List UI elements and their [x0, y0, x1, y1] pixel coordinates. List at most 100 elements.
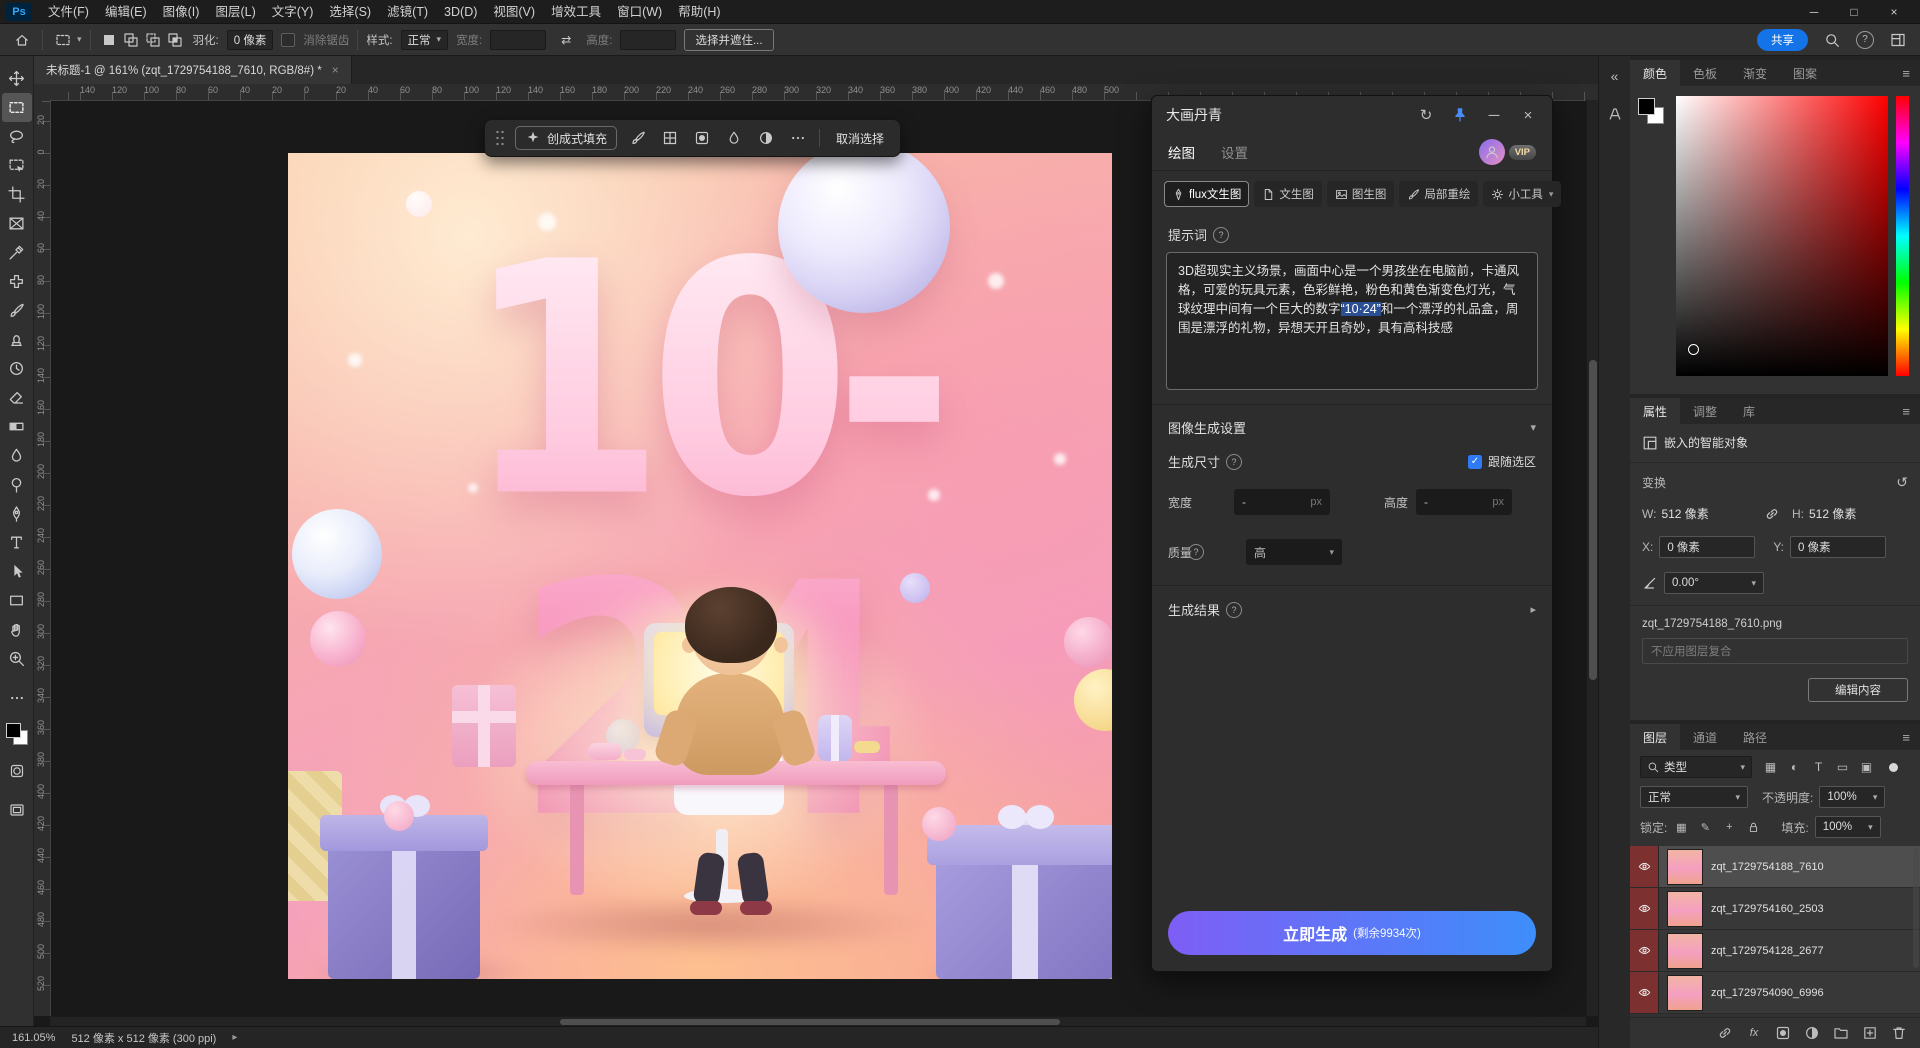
- share-button[interactable]: 共享: [1757, 28, 1808, 51]
- mode-tab-4[interactable]: 局部重绘: [1399, 181, 1479, 207]
- search-icon[interactable]: [1820, 28, 1844, 52]
- lock-icon[interactable]: +: [1721, 819, 1737, 835]
- generative-fill-button[interactable]: 创成式填充: [515, 126, 618, 150]
- frame-tool[interactable]: [2, 209, 32, 238]
- lasso-tool[interactable]: [2, 122, 32, 151]
- subtract-selection-icon[interactable]: [143, 28, 163, 52]
- spot-healing-tool[interactable]: [2, 267, 32, 296]
- layer-row[interactable]: zqt_1729754188_7610: [1630, 846, 1920, 888]
- minimize-icon[interactable]: ─: [1484, 105, 1504, 125]
- dodge-tool[interactable]: [2, 470, 32, 499]
- layer-row[interactable]: zqt_1729754128_2677: [1630, 930, 1920, 972]
- avatar[interactable]: [1478, 139, 1505, 165]
- brush-tool[interactable]: [2, 296, 32, 325]
- layer-visibility-toggle[interactable]: [1630, 972, 1659, 1013]
- panel-menu-icon[interactable]: ≡: [1892, 398, 1920, 424]
- fill-input[interactable]: 100% ▾: [1814, 816, 1881, 838]
- window-close-button[interactable]: ×: [1874, 0, 1914, 24]
- antialias-checkbox[interactable]: [281, 32, 296, 47]
- clone-stamp-tool[interactable]: [2, 325, 32, 354]
- taskbar-drag-handle[interactable]: [495, 129, 505, 147]
- intersect-selection-icon[interactable]: [165, 28, 185, 52]
- layer-thumbnail[interactable]: [1667, 974, 1703, 1011]
- hue-slider[interactable]: [1896, 96, 1909, 376]
- gen-height-input[interactable]: - px: [1416, 489, 1512, 515]
- eraser-tool[interactable]: [2, 383, 32, 412]
- results-help-icon[interactable]: ?: [1226, 601, 1243, 618]
- layer-row[interactable]: zqt_1729754160_2503: [1630, 888, 1920, 930]
- screen-mode-button[interactable]: [2, 795, 32, 824]
- lock-all-icon[interactable]: [1745, 819, 1761, 835]
- pin-icon[interactable]: [1450, 105, 1470, 125]
- layer-filter-icon[interactable]: ▦: [1762, 759, 1779, 776]
- layer-thumbnail[interactable]: [1667, 848, 1703, 885]
- menubar-item[interactable]: 窗口(W): [609, 0, 670, 24]
- lock-icon[interactable]: ▦: [1673, 819, 1689, 835]
- layer-thumbnail[interactable]: [1667, 932, 1703, 969]
- ruler-corner[interactable]: [34, 84, 51, 101]
- layer-filter-icon[interactable]: T: [1810, 759, 1827, 776]
- taskbar-mask-icon[interactable]: [691, 127, 713, 149]
- layer-comp-select[interactable]: 不应用图层复合: [1642, 638, 1908, 664]
- foreground-color-swatch[interactable]: [1638, 98, 1655, 115]
- deselect-button[interactable]: 取消选择: [830, 129, 890, 148]
- layer-thumbnail[interactable]: [1667, 890, 1703, 927]
- layer-visibility-toggle[interactable]: [1630, 846, 1659, 887]
- lock-icon[interactable]: ✎: [1697, 819, 1713, 835]
- tool-preset-picker[interactable]: ▾: [51, 28, 82, 52]
- tab-layers[interactable]: 图层: [1630, 724, 1681, 750]
- add-selection-icon[interactable]: [121, 28, 141, 52]
- workspace-switcher-icon[interactable]: [1886, 28, 1910, 52]
- menubar-item[interactable]: 文字(Y): [264, 0, 322, 24]
- saturation-brightness-picker[interactable]: [1676, 96, 1888, 376]
- home-icon[interactable]: [10, 28, 34, 52]
- filter-toggle[interactable]: [1889, 762, 1898, 772]
- link-dimensions-icon[interactable]: [1764, 506, 1780, 522]
- y-position-input[interactable]: 0 像素: [1790, 536, 1887, 558]
- image-settings-header[interactable]: 图像生成设置 ▾: [1152, 404, 1552, 450]
- taskbar-more-icon[interactable]: [787, 127, 809, 149]
- close-icon[interactable]: ×: [1518, 105, 1538, 125]
- tab-settings[interactable]: 设置: [1221, 142, 1248, 162]
- foreground-color-swatch[interactable]: [5, 723, 21, 738]
- hand-tool[interactable]: [2, 615, 32, 644]
- height-input[interactable]: [620, 29, 677, 50]
- tab-adjustments[interactable]: 调整: [1680, 398, 1730, 424]
- quality-help-icon[interactable]: ?: [1188, 544, 1204, 560]
- layer-effects-icon[interactable]: fx: [1745, 1024, 1763, 1042]
- type-tool[interactable]: [2, 528, 32, 557]
- prompt-help-icon[interactable]: ?: [1213, 226, 1230, 243]
- zoom-level[interactable]: 161.05%: [12, 1032, 55, 1044]
- menubar-item[interactable]: 滤镜(T): [379, 0, 436, 24]
- new-layer-icon[interactable]: [1861, 1024, 1879, 1042]
- new-selection-icon[interactable]: [99, 28, 119, 52]
- menubar-item[interactable]: 图层(L): [207, 0, 263, 24]
- generate-now-button[interactable]: 立即生成 (剩余9934次): [1168, 911, 1536, 955]
- mode-tab-5[interactable]: 小工具 ▾: [1483, 181, 1562, 207]
- foreground-background-swatches[interactable]: [1638, 98, 1668, 128]
- taskbar-fill-icon[interactable]: [723, 127, 745, 149]
- mode-tab-3[interactable]: 图生图: [1326, 181, 1395, 207]
- reset-transform-icon[interactable]: ↺: [1896, 474, 1908, 491]
- status-chevron-icon[interactable]: ▸: [232, 1032, 237, 1043]
- tab-color[interactable]: 颜色: [1630, 60, 1681, 86]
- tab-swatches[interactable]: 色板: [1680, 60, 1730, 86]
- style-select[interactable]: 正常 ▾: [400, 29, 449, 50]
- new-group-icon[interactable]: [1832, 1024, 1850, 1042]
- window-minimize-button[interactable]: ─: [1794, 0, 1834, 24]
- width-input[interactable]: [490, 29, 547, 50]
- menubar-item[interactable]: 文件(F): [40, 0, 97, 24]
- layer-row[interactable]: zqt_1729754090_6996: [1630, 972, 1920, 1014]
- size-help-icon[interactable]: ?: [1226, 453, 1243, 470]
- swap-dimensions-icon[interactable]: ⇄: [554, 28, 578, 52]
- menubar-item[interactable]: 图像(I): [155, 0, 208, 24]
- rect-marquee-tool[interactable]: [1, 93, 32, 122]
- layer-visibility-toggle[interactable]: [1630, 888, 1659, 929]
- menubar-item[interactable]: 增效工具: [543, 0, 609, 24]
- add-mask-icon[interactable]: [1774, 1024, 1792, 1042]
- rotation-input[interactable]: 0.00° ▾: [1664, 572, 1764, 594]
- path-selection-tool[interactable]: [2, 557, 32, 586]
- object-selection-tool[interactable]: [2, 151, 32, 180]
- expand-panels-icon[interactable]: «: [1603, 64, 1627, 88]
- character-panel-icon[interactable]: [1603, 102, 1627, 126]
